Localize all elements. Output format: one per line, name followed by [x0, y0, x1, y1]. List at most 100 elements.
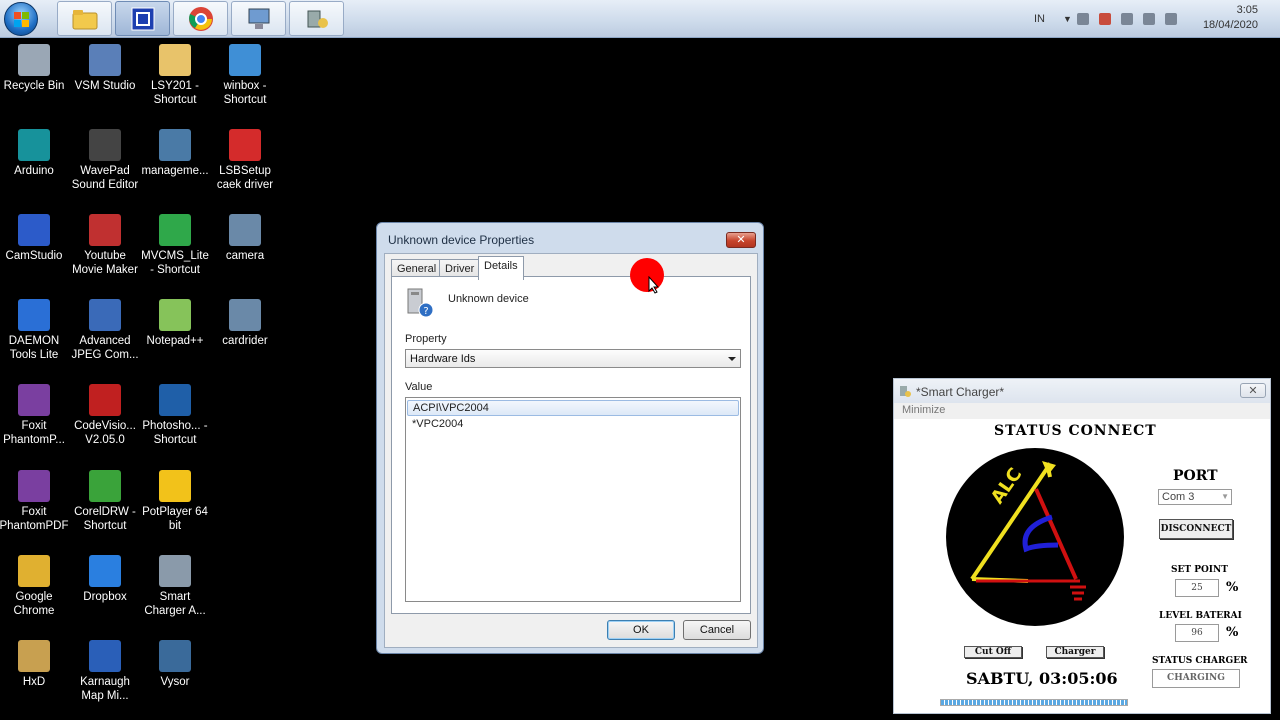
desktop-icon[interactable]: PotPlayer 64 bit: [139, 470, 211, 533]
desktop-icon[interactable]: Photosho... - Shortcut: [139, 384, 211, 447]
device-properties-dialog: Unknown device Properties ✕ General Driv…: [376, 222, 764, 654]
chrome-button[interactable]: [173, 1, 228, 36]
desktop-icon[interactable]: Google Chrome: [0, 555, 70, 618]
desktop-icon[interactable]: CamStudio: [0, 214, 70, 263]
desktop-icon-label: CodeVisio... V2.05.0: [74, 420, 136, 446]
setpoint-input[interactable]: 25: [1175, 579, 1219, 597]
winbox-icon: [229, 44, 261, 76]
desktop-icon-label: Foxit PhantomP...: [3, 420, 65, 446]
desktop-icon[interactable]: MVCMS_Lite - Shortcut: [139, 214, 211, 277]
ok-button[interactable]: OK: [607, 620, 675, 640]
desktop-icon[interactable]: Recycle Bin: [0, 44, 70, 93]
network-tray-icon[interactable]: [1076, 13, 1089, 25]
signal-icon[interactable]: [1142, 13, 1155, 25]
desktop-icon-label: Google Chrome: [13, 591, 55, 617]
menu-minimize[interactable]: Minimize: [894, 403, 1270, 419]
camstudio-button[interactable]: [115, 1, 170, 36]
antivirus-tray-icon[interactable]: [1098, 13, 1111, 25]
lsy201-icon: [159, 44, 191, 76]
device-manager-icon: [248, 8, 269, 29]
desktop-icon[interactable]: VSM Studio: [69, 44, 141, 93]
desktop-icon-label: Dropbox: [83, 591, 127, 603]
desktop-icon-label: camera: [225, 250, 265, 262]
photoshop-icon: [159, 384, 191, 416]
smart-charger-button[interactable]: [289, 1, 344, 36]
desktop-icon[interactable]: Foxit PhantomPDF: [0, 470, 70, 533]
cut-off-button[interactable]: Cut Off: [964, 646, 1022, 658]
desktop-icon[interactable]: LSY201 - Shortcut: [139, 44, 211, 107]
chevron-down-icon: ▼: [1221, 492, 1229, 501]
device-name: Unknown device: [448, 293, 529, 305]
tab-details[interactable]: Details: [478, 256, 524, 280]
charger-close-button[interactable]: ✕: [1240, 383, 1266, 398]
desktop-icon-label: Recycle Bin: [3, 80, 65, 92]
status-connect-label: STATUS CONNECT: [994, 423, 1157, 439]
desktop-icon[interactable]: winbox - Shortcut: [209, 44, 281, 107]
list-item[interactable]: ACPI\VPC2004: [407, 400, 739, 416]
smart-charger-window: *Smart Charger* ✕ Minimize STATUS CONNEC…: [893, 378, 1271, 714]
desktop-icon-label: Foxit PhantomPDF: [0, 506, 69, 532]
volume-icon[interactable]: [1164, 13, 1177, 25]
management-icon: [159, 129, 191, 161]
charger-titlebar: *Smart Charger* ✕: [894, 379, 1270, 403]
desktop-icon[interactable]: Dropbox: [69, 555, 141, 604]
disconnect-button[interactable]: DISCONNECT: [1159, 519, 1233, 539]
language-indicator[interactable]: IN: [1034, 13, 1045, 25]
camera-icon: [229, 214, 261, 246]
coreldraw-icon: [89, 470, 121, 502]
svg-text:?: ?: [423, 306, 428, 317]
desktop-icon[interactable]: DAEMON Tools Lite: [0, 299, 70, 362]
desktop-icon[interactable]: Arduino: [0, 129, 70, 178]
port-select[interactable]: Com 3 ▼: [1158, 489, 1232, 505]
desktop-icon[interactable]: camera: [209, 214, 281, 263]
list-item[interactable]: *VPC2004: [406, 416, 740, 432]
progress-fill: [941, 700, 1127, 705]
value-list[interactable]: ACPI\VPC2004 *VPC2004: [405, 397, 741, 602]
desktop-icon[interactable]: manageme...: [139, 129, 211, 178]
mvcms-icon: [159, 214, 191, 246]
folder-icon: [72, 9, 97, 29]
desktop-icon[interactable]: Advanced JPEG Com...: [69, 299, 141, 362]
daemon-tools-icon: [18, 299, 50, 331]
desktop-icon[interactable]: Foxit PhantomP...: [0, 384, 70, 447]
camstudio-icon: [18, 214, 50, 246]
desktop-icon[interactable]: LSBSetup caek driver: [209, 129, 281, 192]
start-button[interactable]: [4, 2, 38, 36]
close-button[interactable]: ✕: [726, 232, 756, 248]
desktop-icon[interactable]: Notepad++: [139, 299, 211, 348]
clock[interactable]: 3:05 18/04/2020: [1203, 3, 1258, 33]
tray-expand-icon[interactable]: ▼: [1063, 14, 1072, 24]
port-select-value: Com 3: [1162, 491, 1195, 503]
clock-date: 18/04/2020: [1202, 19, 1258, 31]
karnaugh-map-icon: [89, 640, 121, 672]
datetime-label: SABTU, 03:05:06: [966, 669, 1118, 688]
cancel-button[interactable]: Cancel: [683, 620, 751, 640]
device-manager-button[interactable]: [231, 1, 286, 36]
mouse-cursor-icon: [648, 276, 660, 294]
charger-button[interactable]: Charger: [1046, 646, 1104, 658]
desktop-icon-label: Photosho... - Shortcut: [142, 420, 208, 446]
desktop-icon[interactable]: CorelDRW - Shortcut: [69, 470, 141, 533]
windows-logo-icon: [14, 12, 30, 28]
alc-logo: ALC: [946, 448, 1124, 626]
action-center-icon[interactable]: [1120, 13, 1133, 25]
explorer-button[interactable]: [57, 1, 112, 36]
desktop-icon[interactable]: WavePad Sound Editor: [69, 129, 141, 192]
desktop-icon[interactable]: Smart Charger A...: [139, 555, 211, 618]
codevision-icon: [89, 384, 121, 416]
desktop-icon[interactable]: CodeVisio... V2.05.0: [69, 384, 141, 447]
property-label: Property: [405, 333, 447, 345]
desktop-icon-label: MVCMS_Lite - Shortcut: [141, 250, 209, 276]
charge-progress-bar: [940, 699, 1128, 706]
desktop-icon[interactable]: cardrider: [209, 299, 281, 348]
unknown-device-icon: ?: [407, 288, 434, 318]
property-dropdown[interactable]: Hardware Ids: [405, 349, 741, 368]
system-tray: IN ▼: [1034, 0, 1182, 38]
desktop-icon-label: Smart Charger A...: [144, 591, 206, 617]
desktop-icon[interactable]: HxD: [0, 640, 70, 689]
clock-time: 3:05: [1236, 4, 1258, 16]
desktop-icon-label: LSBSetup caek driver: [216, 165, 274, 191]
desktop-icon[interactable]: Karnaugh Map Mi...: [69, 640, 141, 703]
desktop-icon[interactable]: Youtube Movie Maker: [69, 214, 141, 277]
desktop-icon[interactable]: Vysor: [139, 640, 211, 689]
